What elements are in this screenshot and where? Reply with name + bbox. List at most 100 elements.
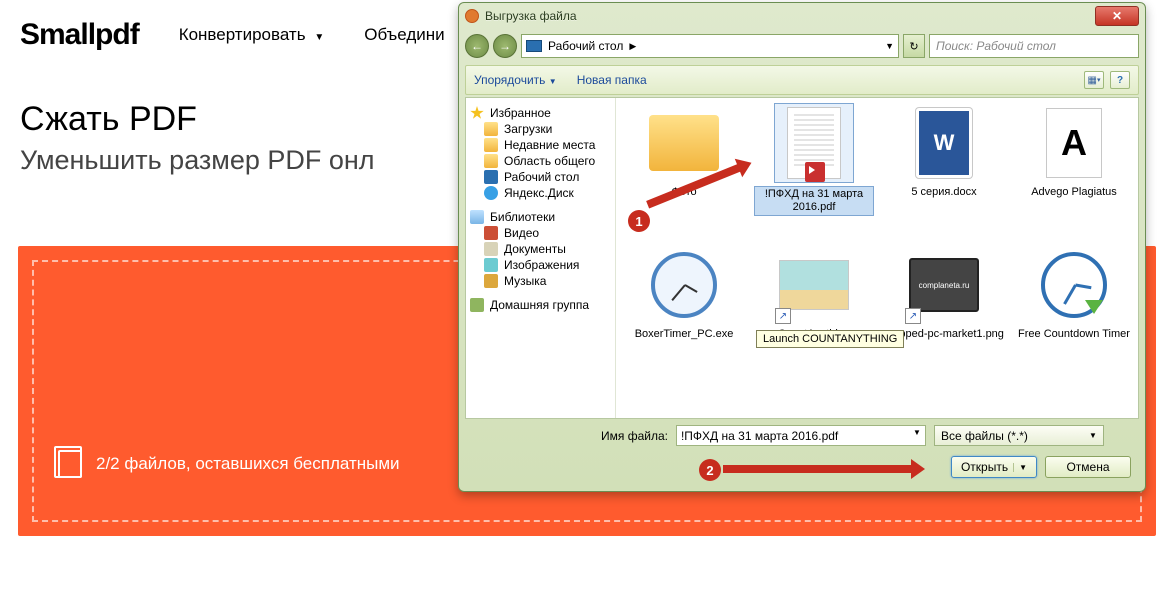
tree-label: Библиотеки xyxy=(490,210,555,224)
chevron-down-icon[interactable]: ▼ xyxy=(1013,463,1027,472)
tooltip: Launch COUNTANYTHING xyxy=(756,330,904,348)
tree-downloads[interactable]: Загрузки xyxy=(484,122,611,136)
tree-shared[interactable]: Область общего xyxy=(484,154,611,168)
file-item-advego[interactable]: A Advego Plagiatus xyxy=(1014,104,1134,199)
search-placeholder: Поиск: Рабочий стол xyxy=(936,39,1056,53)
library-icon xyxy=(470,210,484,224)
logo[interactable]: Smallpdf xyxy=(20,18,139,52)
file-item-countanything[interactable]: ↗ CountAnything xyxy=(754,246,874,341)
tree-homegroup[interactable]: Домашняя группа xyxy=(470,298,611,312)
app-thumb-icon xyxy=(779,260,849,310)
firefox-icon xyxy=(465,9,479,23)
forward-button[interactable]: → xyxy=(493,34,517,58)
arrow-right-icon: → xyxy=(499,39,511,53)
images-icon xyxy=(484,258,498,272)
file-label: BoxerTimer_PC.exe xyxy=(624,328,744,341)
view-button[interactable]: ▦▾ xyxy=(1084,71,1104,89)
file-item-docx[interactable]: W 5 серия.docx xyxy=(884,104,1004,199)
tree-label: Домашняя группа xyxy=(490,298,589,312)
cloud-icon xyxy=(484,186,498,200)
chevron-right-icon: ▶ xyxy=(629,41,636,52)
chevron-down-icon[interactable]: ▼ xyxy=(885,41,894,51)
tree-label: Рабочий стол xyxy=(504,170,579,184)
refresh-icon: ↻ xyxy=(909,40,918,53)
folder-icon xyxy=(484,122,498,136)
music-icon xyxy=(484,274,498,288)
nav-convert[interactable]: Конвертировать ▼ xyxy=(179,25,325,45)
file-label: 5 серия.docx xyxy=(884,186,1004,199)
file-item-countdown[interactable]: Free Countdown Timer xyxy=(1014,246,1134,341)
folder-icon xyxy=(484,138,498,152)
tree-desktop[interactable]: Рабочий стол xyxy=(484,170,611,184)
letter-a-icon: A xyxy=(1046,108,1102,178)
clock-icon xyxy=(1041,252,1107,318)
chevron-down-icon: ▼ xyxy=(314,32,324,43)
back-button[interactable]: ← xyxy=(465,34,489,58)
tree-label: Музыка xyxy=(504,274,546,288)
cancel-button[interactable]: Отмена xyxy=(1045,456,1131,478)
search-input[interactable]: Поиск: Рабочий стол xyxy=(929,34,1139,58)
tree-libraries[interactable]: Библиотеки xyxy=(470,210,611,224)
monitor-text: complaneta.ru xyxy=(919,281,970,290)
pdf-badge-icon xyxy=(805,162,825,182)
tree-label: Недавние места xyxy=(504,138,595,152)
tree-label: Изображения xyxy=(504,258,579,272)
files-remaining: 2/2 файлов, оставшихся бесплатными xyxy=(58,450,400,478)
path-bar[interactable]: Рабочий стол ▶ ▼ xyxy=(521,34,899,58)
filetype-combo[interactable]: Все файлы (*.*) ▼ xyxy=(934,425,1104,446)
annotation-bubble-1: 1 xyxy=(628,210,650,232)
tree-label: Область общего xyxy=(504,154,595,168)
tree-music[interactable]: Музыка xyxy=(484,274,611,288)
tree-yadisk[interactable]: Яндекс.Диск xyxy=(484,186,611,200)
open-button[interactable]: Открыть ▼ xyxy=(951,456,1037,478)
tree-favorites[interactable]: Избранное xyxy=(470,106,611,120)
files-remaining-label: 2/2 файлов, оставшихся бесплатными xyxy=(96,454,400,474)
dialog-title: Выгрузка файла xyxy=(485,9,577,23)
file-item-boxertimer[interactable]: BoxerTimer_PC.exe xyxy=(624,246,744,341)
chevron-down-icon: ▼ xyxy=(549,77,557,86)
refresh-button[interactable]: ↻ xyxy=(903,34,925,58)
filetype-label: Все файлы (*.*) xyxy=(941,429,1028,443)
annotation-bubble-2: 2 xyxy=(699,459,721,481)
files-icon xyxy=(58,450,82,478)
clock-icon xyxy=(651,252,717,318)
folder-icon xyxy=(649,115,719,171)
tree-video[interactable]: Видео xyxy=(484,226,611,240)
desktop-icon xyxy=(484,170,498,184)
file-label: Free Countdown Timer xyxy=(1014,328,1134,341)
file-item-cropped[interactable]: complaneta.ru ↗ cropped-pc-market1.png xyxy=(884,246,1004,341)
chevron-down-icon[interactable]: ▼ xyxy=(913,428,921,437)
tree-images[interactable]: Изображения xyxy=(484,258,611,272)
file-label: Advego Plagiatus xyxy=(1014,186,1134,199)
tree-docs[interactable]: Документы xyxy=(484,242,611,256)
arrow-left-icon: ← xyxy=(471,39,483,53)
video-icon xyxy=(484,226,498,240)
tree-label: Документы xyxy=(504,242,566,256)
close-button[interactable]: ✕ xyxy=(1095,6,1139,26)
open-label: Открыть xyxy=(961,460,1008,474)
file-item-pdf-selected[interactable]: !ПФХД на 31 марта 2016.pdf xyxy=(754,104,874,216)
tree-label: Загрузки xyxy=(504,122,552,136)
monitor-icon: complaneta.ru xyxy=(909,258,979,312)
shortcut-icon: ↗ xyxy=(775,308,791,324)
filename-input[interactable] xyxy=(676,425,926,446)
file-grid: Фото !ПФХД на 31 марта 2016.pdf W 5 сери… xyxy=(616,98,1138,418)
tree-label: Видео xyxy=(504,226,539,240)
tree-label: Избранное xyxy=(490,106,551,120)
homegroup-icon xyxy=(470,298,484,312)
path-label: Рабочий стол xyxy=(548,39,623,53)
help-button[interactable]: ? xyxy=(1110,71,1130,89)
new-folder-button[interactable]: Новая папка xyxy=(577,73,647,87)
close-icon: ✕ xyxy=(1112,9,1122,23)
nav-convert-label: Конвертировать xyxy=(179,25,306,44)
tree-recent[interactable]: Недавние места xyxy=(484,138,611,152)
annotation-arrow-2 xyxy=(723,465,913,473)
tree-label: Яндекс.Диск xyxy=(504,186,574,200)
folder-icon xyxy=(484,154,498,168)
shortcut-icon: ↗ xyxy=(905,308,921,324)
nav-merge[interactable]: Объедини xyxy=(364,25,444,45)
filename-label: Имя файла: xyxy=(601,429,668,443)
organize-menu[interactable]: Упорядочить ▼ xyxy=(474,73,557,87)
star-icon xyxy=(470,106,484,120)
file-label: !ПФХД на 31 марта 2016.pdf xyxy=(754,186,874,216)
